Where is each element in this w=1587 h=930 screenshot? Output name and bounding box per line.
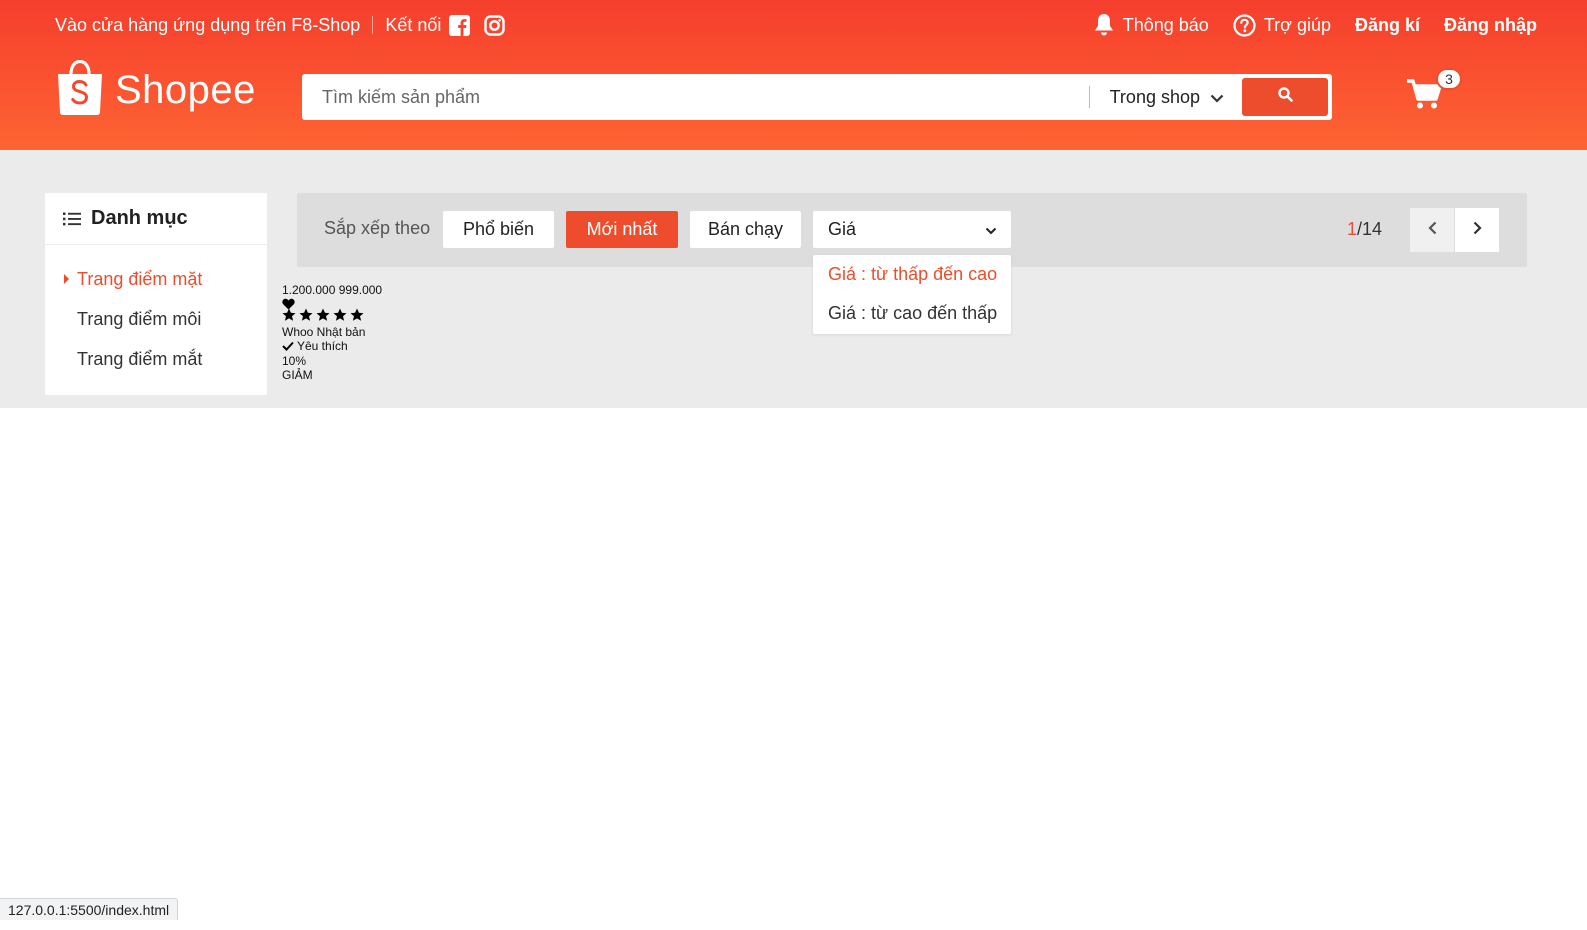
price-sort-label: Giá [828, 219, 857, 239]
search-button[interactable] [1242, 78, 1328, 116]
star-icon [333, 308, 347, 326]
rating-stars [282, 308, 382, 326]
top-navbar: Vào cửa hàng ứng dụng trên F8-Shop Kết n… [55, 10, 1537, 40]
connect-label: Kết nối [385, 14, 442, 35]
category-panel: Danh mục Trang điểm mặt Trang điểm môi T… [45, 193, 267, 395]
star-icon [350, 308, 364, 326]
star-icon [282, 308, 296, 326]
price-low-to-high-option[interactable]: Giá : từ thấp đến cao [813, 255, 1011, 294]
help-link[interactable]: Trợ giúp [1233, 13, 1331, 37]
facebook-icon[interactable] [449, 14, 471, 36]
help-circle-icon [1233, 13, 1256, 37]
header: Vào cửa hàng ứng dụng trên F8-Shop Kết n… [0, 0, 1587, 150]
page-indicator: 1/14 [1347, 219, 1382, 240]
help-label: Trợ giúp [1263, 14, 1331, 35]
discount-percent: 10% [282, 353, 307, 368]
search-scope-label: Trong shop [1109, 86, 1200, 107]
register-link[interactable]: Đăng kí [1355, 15, 1420, 36]
logo-text: Shopee [115, 68, 256, 112]
category-title: Danh mục [91, 207, 188, 229]
star-icon [316, 308, 330, 326]
sort-newest-button[interactable]: Mới nhất [566, 211, 678, 248]
chevron-down-icon [1210, 87, 1224, 108]
notifications-link[interactable]: Thông báo [1093, 13, 1209, 37]
cart-icon [1406, 79, 1442, 114]
chevron-right-icon [1473, 221, 1482, 240]
page-total: /14 [1357, 219, 1383, 239]
cart-button[interactable]: 3 [1406, 68, 1462, 115]
search-icon [1277, 87, 1293, 107]
notifications-label: Thông báo [1122, 14, 1209, 35]
cart-count-badge: 3 [1436, 68, 1462, 90]
shopping-bag-icon [55, 59, 105, 121]
check-icon [282, 341, 294, 352]
next-page-button[interactable] [1455, 208, 1499, 252]
price-sort-select[interactable]: Giá [813, 211, 1011, 248]
page-current: 1 [1347, 219, 1358, 239]
list-icon [63, 212, 81, 226]
instagram-icon[interactable] [484, 14, 506, 36]
price-high-to-low-option[interactable]: Giá : từ cao đến thấp [813, 294, 1011, 333]
search-input[interactable] [302, 74, 1089, 120]
previous-page-button[interactable] [1410, 208, 1454, 252]
product-prices: 1.200.000 999.000 [282, 283, 383, 297]
chevron-left-icon [1427, 221, 1437, 240]
sort-popular-button[interactable]: Phổ biến [443, 211, 554, 248]
search-bar: Trong shop [302, 74, 1332, 120]
topbar-left: Vào cửa hàng ứng dụng trên F8-Shop Kết n… [55, 14, 506, 36]
login-link[interactable]: Đăng nhập [1444, 15, 1537, 36]
search-scope-select[interactable]: Trong shop [1090, 87, 1242, 108]
topbar-right: Thông báo Trợ giúp Đăng kí Đăng nhập [1069, 13, 1537, 37]
main-content: Danh mục Trang điểm mặt Trang điểm môi T… [0, 150, 1587, 408]
product-item[interactable]: 1.200.000 999.000 Whoo Nhật bản Yêu thíc… [282, 283, 382, 383]
discount-label: GIẢM [282, 368, 313, 382]
category-item-lip-makeup[interactable]: Trang điểm môi [45, 299, 267, 339]
category-header: Danh mục [45, 193, 267, 245]
chevron-down-icon [985, 219, 997, 240]
shopee-logo[interactable]: Shopee [55, 59, 256, 121]
category-item-eye-makeup[interactable]: Trang điểm mắt [45, 339, 267, 379]
category-item-face-makeup[interactable]: Trang điểm mặt [45, 259, 267, 299]
star-icon [299, 308, 313, 326]
sort-label: Sắp xếp theo [324, 218, 431, 238]
bell-icon [1093, 13, 1115, 37]
download-app-link[interactable]: Vào cửa hàng ứng dụng trên F8-Shop [55, 15, 360, 36]
sort-best-selling-button[interactable]: Bán chạy [690, 211, 801, 248]
product-brand: Whoo Nhật bản [282, 324, 366, 339]
favorite-tag: Yêu thích [282, 339, 382, 354]
topbar-separator [372, 16, 374, 34]
browser-status-url: 127.0.0.1:5500/index.html [0, 898, 179, 920]
category-list: Trang điểm mặt Trang điểm môi Trang điểm… [45, 245, 267, 379]
favorite-label: Yêu thích [297, 339, 348, 353]
price-sort-dropdown: Giá : từ thấp đến cao Giá : từ cao đến t… [813, 255, 1011, 334]
